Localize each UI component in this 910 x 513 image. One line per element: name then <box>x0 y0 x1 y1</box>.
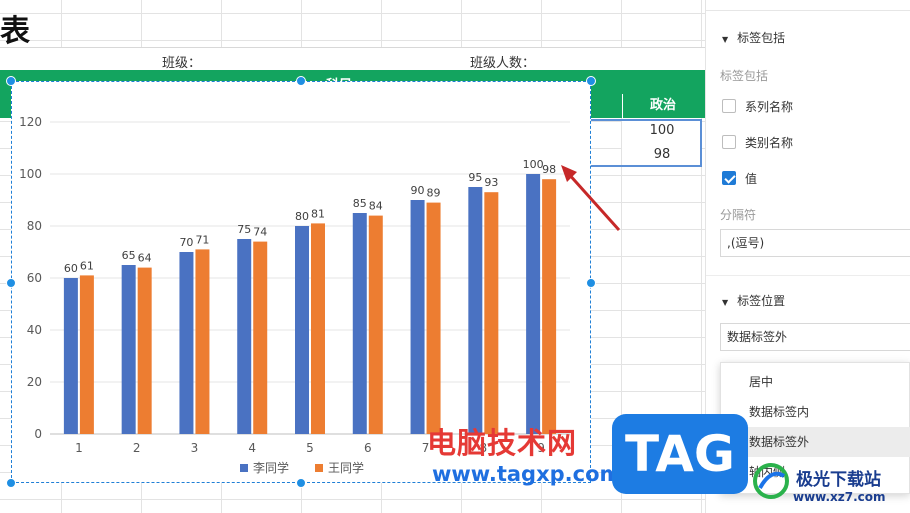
bar <box>295 226 309 434</box>
x-tick-label: 6 <box>364 441 372 455</box>
data-label: 85 <box>353 197 367 210</box>
bar <box>311 223 325 434</box>
dropdown-option-inside-end[interactable]: 数据标签内 <box>721 397 910 427</box>
class-count-label: 班级人数： <box>470 56 536 71</box>
data-label: 75 <box>237 223 251 236</box>
data-label: 80 <box>295 210 309 223</box>
data-label: 98 <box>542 163 556 176</box>
bar <box>526 174 541 434</box>
dropdown-option-outside-end[interactable]: 数据标签外 <box>721 427 910 457</box>
x-tick-label: 4 <box>248 441 256 455</box>
value-label[interactable]: 值 <box>745 170 757 187</box>
data-label: 93 <box>484 176 498 189</box>
watermark-url: www.tagxp.com <box>432 462 622 486</box>
labels-caption: 标签包括 <box>720 69 769 83</box>
labels-section-title: 标签包括 <box>737 31 786 45</box>
x-tick-label: 5 <box>306 441 314 455</box>
bar <box>121 265 136 434</box>
data-label: 100 <box>523 158 544 171</box>
collapse-triangle-icon: ▼ <box>722 35 729 44</box>
bar <box>410 200 425 434</box>
separator-select[interactable]: ,(逗号) <box>720 229 910 257</box>
position-section-header[interactable]: ▼ 标签位置 <box>722 292 785 309</box>
resize-handle-left[interactable] <box>6 278 16 288</box>
bar <box>195 249 210 434</box>
y-tick-label: 60 <box>27 271 42 285</box>
y-tick-label: 80 <box>27 219 42 233</box>
resize-handle-top-right[interactable] <box>586 76 596 86</box>
data-label: 64 <box>138 252 152 265</box>
resize-handle-top[interactable] <box>296 76 306 86</box>
watermark-tag-logo: TAG <box>612 414 748 494</box>
bar <box>542 179 557 434</box>
watermark-site-url: www.xz7.com <box>793 490 886 504</box>
bar <box>368 215 383 434</box>
politics-header[interactable]: 政治 <box>622 94 703 118</box>
aurora-logo-icon <box>753 463 789 499</box>
bar <box>426 202 441 434</box>
resize-handle-right[interactable] <box>586 278 596 288</box>
label-position-select[interactable]: 数据标签外 <box>720 323 910 351</box>
dropdown-option-center[interactable]: 居中 <box>721 367 910 397</box>
annotation-arrow <box>561 165 621 232</box>
resize-handle-top-left[interactable] <box>6 76 16 86</box>
series-name-label[interactable]: 系列名称 <box>745 98 793 115</box>
bar <box>352 213 367 434</box>
separator-label: 分隔符 <box>720 208 757 222</box>
resize-handle-bottom[interactable] <box>296 478 306 488</box>
category-name-checkbox[interactable] <box>722 135 736 149</box>
resize-handle-bottom-left[interactable] <box>6 478 16 488</box>
watermark-site-name: 极光下载站 <box>796 470 881 490</box>
bar <box>237 239 252 434</box>
legend-swatch <box>240 464 248 472</box>
class-label: 班级： <box>162 56 202 71</box>
bar <box>179 252 194 434</box>
panel-top-divider <box>706 10 910 11</box>
legend-swatch <box>315 464 323 472</box>
bar <box>253 241 268 434</box>
legend-label: 李同学 <box>253 460 289 475</box>
legend-label: 王同学 <box>328 460 364 475</box>
sheet-title: 表 <box>0 14 30 49</box>
series-name-checkbox[interactable] <box>722 99 736 113</box>
watermark-text: 电脑技术网 <box>427 426 578 460</box>
y-tick-label: 40 <box>27 323 42 337</box>
bar <box>63 278 78 434</box>
y-tick-label: 20 <box>27 375 42 389</box>
x-tick-label: 1 <box>75 441 83 455</box>
value-checkbox[interactable] <box>722 171 736 185</box>
position-section-title: 标签位置 <box>737 294 786 308</box>
data-label: 95 <box>468 171 482 184</box>
panel-divider <box>706 275 910 276</box>
data-label: 60 <box>64 262 78 275</box>
y-tick-label: 100 <box>19 167 42 181</box>
data-label: 70 <box>179 236 193 249</box>
bar <box>79 275 94 434</box>
data-label: 74 <box>253 226 267 239</box>
data-label: 81 <box>311 207 325 220</box>
bar <box>137 267 152 434</box>
category-name-label[interactable]: 类别名称 <box>745 134 793 151</box>
labels-section-header[interactable]: ▼ 标签包括 <box>722 29 785 46</box>
collapse-triangle-icon: ▼ <box>722 298 729 307</box>
bar <box>468 187 483 434</box>
data-label: 90 <box>411 184 425 197</box>
data-label: 84 <box>369 200 383 213</box>
bar <box>484 192 499 434</box>
data-label: 71 <box>195 233 209 246</box>
data-label: 61 <box>80 259 94 272</box>
data-label: 89 <box>427 187 441 200</box>
y-tick-label: 0 <box>34 427 42 441</box>
y-tick-label: 120 <box>19 115 42 129</box>
data-label: 65 <box>122 249 136 262</box>
x-tick-label: 3 <box>191 441 199 455</box>
x-tick-label: 2 <box>133 441 141 455</box>
